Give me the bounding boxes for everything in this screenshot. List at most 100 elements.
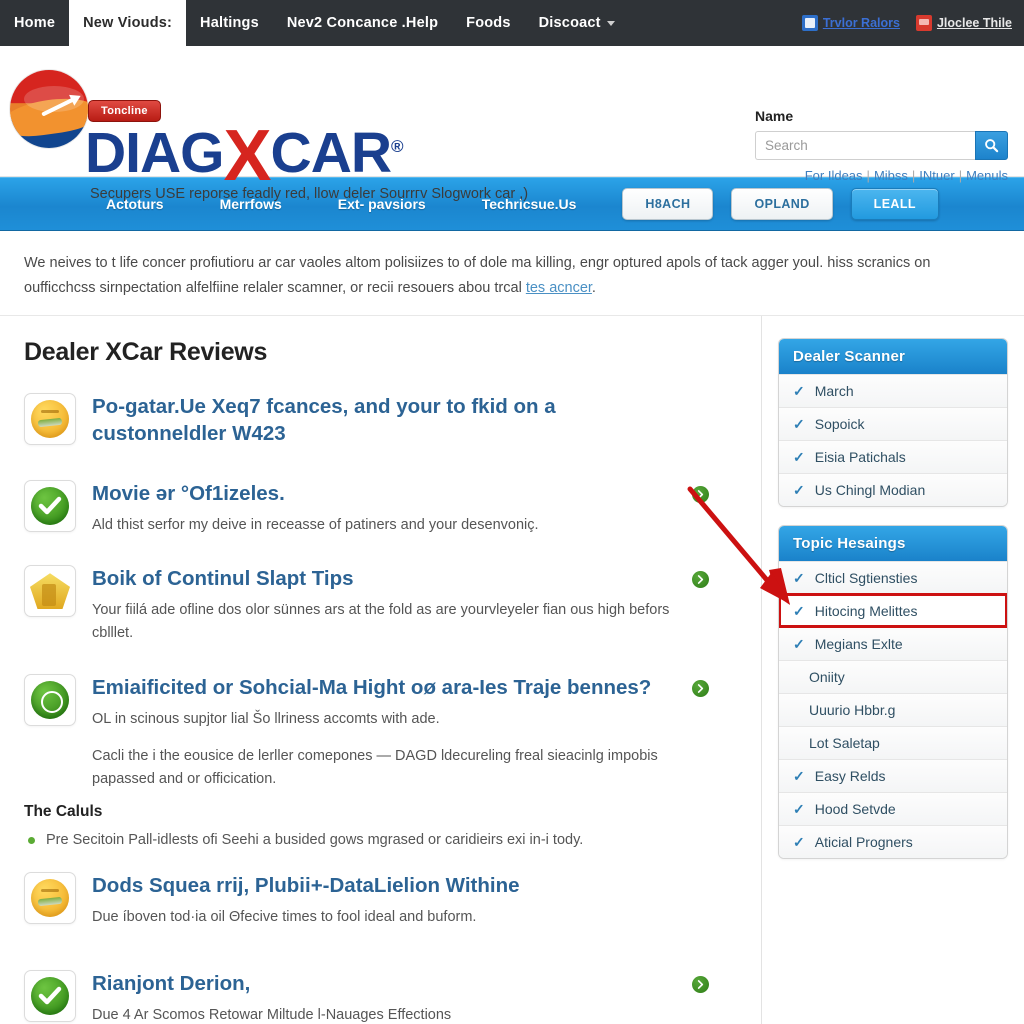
topnav-right-label: Jloclee Thile: [936, 16, 1012, 30]
check-icon: ✓: [793, 415, 805, 432]
check-circle-icon: [31, 976, 69, 1015]
sidebar-item-clticl-sgtiensties[interactable]: ✓ Clticl Sgtiensties: [779, 560, 1007, 594]
article-body: Po-gatar.Ue Xeq7 fcances, and your to fk…: [92, 393, 737, 454]
sidebar-item-uuurio-hbbrg[interactable]: Uuurio Hbbr.g: [779, 692, 1007, 726]
brand-part-2: CAR: [270, 121, 392, 185]
article-title[interactable]: Dods Squea rrij, Plubii+-DataLielion Wit…: [92, 872, 691, 899]
sidebar-item-label: Hood Setvde: [814, 800, 896, 817]
sidebar-item-megians-exlte[interactable]: ✓ Megians Exlte: [779, 626, 1007, 660]
search-icon: [985, 139, 999, 153]
search-area: Name For Ildeas|Mibss|INtuer|Menuls: [755, 108, 1008, 183]
pentagon-icon: [30, 573, 70, 610]
search-label: Name: [755, 108, 794, 124]
sidebar-item-us-chingl-modian[interactable]: ✓ Us Chingl Modian: [779, 472, 1007, 506]
article-title[interactable]: Emiaificited or Sohcial-Ma Hight oø ara-…: [92, 674, 691, 701]
quicklink-separator: |: [866, 168, 870, 183]
sidebar-item-label: Hitocing Melittes: [814, 602, 918, 619]
quicklink-menuls[interactable]: Menuls: [966, 168, 1008, 183]
topnav-link-jloclee-thile[interactable]: Jloclee Thile: [915, 15, 1012, 31]
article-title[interactable]: Po-gatar.Ue Xeq7 fcances, and your to fk…: [92, 393, 691, 447]
topnav-spacer: [629, 0, 802, 46]
quicklink-intuer[interactable]: INtuer: [919, 168, 954, 183]
video-icon: [915, 15, 932, 31]
article-item[interactable]: Movie ər °Of1izeles. Ald thist serfor my…: [24, 479, 737, 543]
sidebar-item-sopoick[interactable]: ✓ Sopoick: [779, 406, 1007, 440]
article-icon-frame: [24, 969, 76, 1022]
opland-button[interactable]: OPLAND: [731, 188, 833, 220]
article-item[interactable]: Dods Squea rrij, Plubii+-DataLielion Wit…: [24, 872, 737, 935]
article-icon-frame: [24, 479, 76, 532]
intro-paragraph: We neives to t life concer profiutioru a…: [0, 231, 1024, 316]
content-area: Dealer XCar Reviews Po-gatar.Ue Xeq7 fca…: [0, 315, 1024, 1024]
article-item[interactable]: Rianjont Derion, Due 4 Ar Scomos Retowar…: [24, 969, 737, 1024]
topnav-item-foods[interactable]: Foods: [452, 0, 525, 46]
sidebar-item-hood-setvde[interactable]: ✓ Hood Setvde: [779, 791, 1007, 825]
search-button[interactable]: [975, 131, 1008, 160]
check-icon: ✓: [793, 382, 805, 399]
sidebar-item-label: March: [814, 382, 854, 399]
topnav-label: Nev2 Concance .Help: [286, 15, 439, 31]
check-icon: ✓: [793, 833, 805, 850]
check-icon: ✓: [793, 448, 805, 465]
topnav-label: Home: [14, 15, 56, 31]
topnav-label: Haltings: [200, 15, 259, 31]
intro-link[interactable]: tes acncer: [526, 280, 592, 296]
topnav-label: New Viouds:: [83, 15, 173, 31]
quicklink-for-ildeas[interactable]: For Ildeas: [805, 168, 863, 183]
article-body: Emiaificited or Sohcial-Ma Hight oø ara-…: [92, 674, 737, 798]
article-title[interactable]: Movie ər °Of1izeles.: [92, 480, 691, 507]
sidebar-item-label: Uuurio Hbbr.g: [809, 701, 896, 718]
subsection-heading: The Caluls: [24, 803, 103, 821]
topnav-item-haltings[interactable]: Haltings: [186, 0, 273, 46]
sidebar-item-easy-relds[interactable]: ✓ Easy Relds: [779, 758, 1007, 792]
quicklink-mibss[interactable]: Mibss: [874, 168, 908, 183]
article-item[interactable]: Emiaificited or Sohcial-Ma Hight oø ara-…: [24, 673, 737, 798]
topnav-item-discoact[interactable]: Discoact: [525, 0, 629, 46]
leall-button[interactable]: LEALL: [850, 188, 939, 220]
registered-mark: ®: [391, 137, 403, 156]
sidebar-item-aticial-progners[interactable]: ✓ Aticial Progners: [779, 824, 1007, 858]
search-input[interactable]: [755, 131, 975, 160]
article-description-2: Cacli the i the eousice de lerller comep…: [92, 747, 658, 788]
panel-title: Dealer Scanner: [779, 338, 1007, 374]
topnav-right-label: Trvlor Ralors: [822, 16, 900, 30]
article-title[interactable]: Rianjont Derion,: [92, 970, 691, 997]
chevron-down-icon: [606, 20, 615, 26]
subsection-bullet-list: Pre Secitoin Pall-idlests ofi Seehi a bu…: [24, 829, 737, 852]
check-circle-icon: [31, 486, 69, 525]
intro-tail: .: [591, 279, 596, 296]
topnav-item-home[interactable]: Home: [0, 0, 69, 46]
sidebar-item-eisia-patichals[interactable]: ✓ Eisia Patichals: [779, 439, 1007, 473]
sidebar-item-label: Aticial Progners: [814, 833, 913, 850]
check-icon: ✓: [793, 635, 805, 652]
sidebar-item-label: Oniity: [809, 668, 845, 685]
article-body: Boik of Continul Slapt Tips Your fiilá a…: [92, 565, 737, 651]
panel-dealer-scanner: Dealer Scanner ✓ March ✓ Sopoick ✓ Eisia…: [778, 337, 1008, 507]
h8ach-button[interactable]: H8ACH: [622, 188, 714, 220]
article-body: Dods Squea rrij, Plubii+-DataLielion Wit…: [92, 872, 737, 935]
quicklink-separator: |: [958, 168, 963, 183]
masthead: Toncline DIAGXCAR® Secupers USE reporse …: [0, 46, 1024, 202]
sidebar-item-march[interactable]: ✓ March: [779, 373, 1007, 407]
face-icon: [31, 879, 69, 918]
article-go-arrow-icon[interactable]: [692, 679, 709, 697]
check-icon: ✓: [793, 602, 805, 619]
sidebar-item-lot-saletap[interactable]: Lot Saletap: [779, 725, 1007, 759]
topnav-right-links: Trvlor Ralors Jloclee Thile: [801, 0, 1024, 46]
sidebar-item-hitocing-melittes[interactable]: ✓ Hitocing Melittes: [779, 592, 1007, 628]
article-go-arrow-icon[interactable]: [692, 975, 709, 993]
article-title[interactable]: Boik of Continul Slapt Tips: [92, 565, 691, 592]
sidebar-item-label: Lot Saletap: [809, 734, 880, 751]
article-icon-frame: [24, 872, 76, 925]
article-go-arrow-icon[interactable]: [692, 485, 709, 503]
check-icon: ✓: [793, 569, 805, 586]
sidebar-item-oniity[interactable]: Oniity: [779, 659, 1007, 693]
brand-wordmark[interactable]: DIAGXCAR®: [85, 112, 404, 192]
topnav-link-trvlor-ralors[interactable]: Trvlor Ralors: [801, 15, 900, 31]
top-navigation-bar: Home New Viouds: Haltings Nev2 Concance …: [0, 0, 1024, 46]
article-item[interactable]: Po-gatar.Ue Xeq7 fcances, and your to fk…: [24, 392, 737, 454]
article-item[interactable]: Boik of Continul Slapt Tips Your fiilá a…: [24, 565, 737, 651]
topnav-item-nev2-concance-help[interactable]: Nev2 Concance .Help: [273, 0, 452, 46]
article-icon-frame: [24, 565, 76, 618]
topnav-item-new-viouds[interactable]: New Viouds:: [69, 0, 187, 46]
